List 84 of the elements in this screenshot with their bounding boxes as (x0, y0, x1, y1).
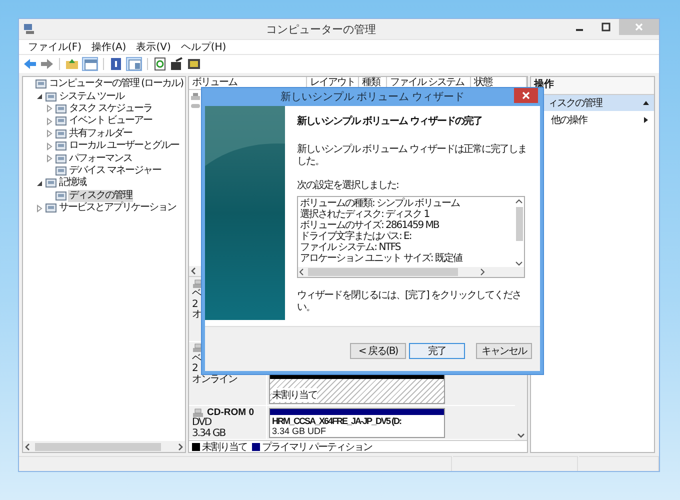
expanded-arrow-icon[interactable] (35, 92, 44, 102)
menu-item[interactable]: ファイル(F) (23, 40, 87, 54)
folder-icon[interactable] (65, 57, 79, 71)
menu-item[interactable]: 操作(A) (86, 40, 132, 54)
wizard-note: ウィザードを閉じるには、[完了] をクリックしてください。 (297, 290, 522, 314)
settings-line: ファイル システム: NTFS (300, 242, 402, 253)
partition-info: 3.34 GB UDF (272, 426, 328, 436)
disk-info: ベ (192, 289, 202, 300)
disk-info: 3.34 GB (192, 428, 226, 439)
close-icon[interactable] (514, 88, 538, 103)
settings-line: ボリュームの種類: シンプル ボリューム (300, 198, 461, 209)
disk-info: 2 (192, 364, 198, 374)
tree-item[interactable]: 記憶域 (58, 177, 87, 190)
menu-item[interactable]: ヘルプ(H) (176, 40, 232, 54)
menu-item[interactable]: 表示(V) (131, 40, 176, 54)
tree-item[interactable]: パフォーマンス (68, 152, 133, 165)
collapsed-arrow-icon[interactable] (35, 204, 44, 213)
dialog-button[interactable]: キャンセル (476, 343, 532, 359)
dialog-button[interactable]: < 戻る(B) (350, 343, 406, 359)
settings-line: アロケーション ユニット サイズ: 既定値 (300, 253, 464, 264)
expanded-arrow-icon[interactable] (35, 178, 44, 188)
collapsed-arrow-icon[interactable] (45, 116, 54, 126)
scrollbar-thumb[interactable] (35, 442, 161, 450)
partition-label: 未割り当て (272, 388, 317, 402)
back-arrow-icon[interactable] (23, 57, 37, 71)
help-book-icon[interactable] (109, 57, 123, 71)
computer-icon (23, 23, 35, 35)
partition-label: HRM_CCSA_X64FRE_JA-JP_DV5 (D: (272, 416, 402, 426)
collapsed-arrow-icon[interactable] (45, 142, 54, 151)
collapsed-arrow-icon[interactable] (45, 129, 54, 138)
legend-label: プライマリ パーティション (262, 440, 372, 454)
settings-line: ボリュームのサイズ: 2861459 MB (300, 220, 440, 231)
refresh-icon[interactable] (153, 57, 167, 71)
disk-info: オンライン (192, 374, 238, 385)
tree-item[interactable]: デバイス マネージャー (68, 164, 162, 177)
disk-info: オ (192, 310, 202, 320)
tile-icon (45, 202, 57, 214)
disk-info: 2 (192, 300, 198, 310)
scrollbar-thumb[interactable] (308, 268, 458, 276)
window-title: コンピューターの管理 (265, 22, 377, 36)
tile-icon (55, 102, 67, 115)
submenu-triangle-icon (642, 116, 650, 124)
tree-item[interactable]: タスク スケジューラ (68, 102, 154, 115)
settings-line: ドライブ文字またはパス: E: (300, 231, 412, 242)
settings-line: 選択されたディスク: ディスク 1 (300, 209, 430, 220)
disk-info: ベ (192, 354, 202, 364)
tile-icon (35, 78, 47, 90)
partition-block[interactable]: HRM_CCSA_X64FRE_JA-JP_DV5 (D: 3.34 GB UDF (269, 408, 445, 438)
collapsed-arrow-icon[interactable] (45, 154, 54, 164)
tile-icon (45, 177, 57, 190)
tile-icon (55, 164, 67, 177)
tree-item[interactable]: 共有フォルダー (68, 128, 133, 140)
dialog-title: 新しいシンプル ボリューム ウィザード (280, 90, 465, 104)
disk-name: CD-ROM 0 (207, 407, 254, 418)
panel-icon[interactable] (126, 57, 142, 71)
tile-icon (55, 128, 67, 140)
settings-label: 次の設定を選択しました: (297, 178, 400, 192)
tile-icon (55, 152, 67, 165)
panel-icon[interactable] (82, 57, 98, 71)
tree-item[interactable]: イベント ビューアー (68, 115, 154, 128)
scroll-up-icon[interactable] (515, 197, 523, 205)
wizard-heading: 新しいシンプル ボリューム ウィザードの完了 (297, 114, 483, 128)
tile-icon (55, 190, 67, 202)
forward-arrow-icon[interactable] (40, 57, 54, 71)
scroll-right-icon[interactable] (478, 268, 486, 276)
tile-icon (45, 90, 57, 103)
tree-item[interactable]: コンピューターの管理 (ローカル) (48, 78, 184, 90)
legend-label: 未割り当て (202, 440, 247, 454)
collapse-triangle-icon[interactable] (642, 99, 650, 107)
tree-item[interactable]: システム ツール (58, 90, 126, 103)
tree-item[interactable]: ディスクの管理 (68, 190, 133, 202)
scroll-left-icon[interactable] (298, 268, 306, 276)
tile-icon (55, 115, 67, 128)
wizard-message: 新しいシンプル ボリューム ウィザードは正常に完了しました。 (297, 144, 528, 168)
disk-icon (192, 408, 204, 418)
scroll-down-icon[interactable] (515, 259, 523, 267)
tree-item[interactable]: ローカル ユーザーとグルー (68, 140, 180, 152)
tree-item[interactable]: サービスとアプリケーション (58, 202, 177, 214)
tile-icon (55, 140, 67, 152)
properties-icon[interactable] (187, 57, 201, 71)
scrollbar-thumb[interactable] (516, 207, 522, 241)
dialog-button[interactable]: 完了 (409, 343, 465, 359)
disk-info: DVD (192, 418, 212, 428)
export-icon[interactable] (170, 57, 184, 71)
